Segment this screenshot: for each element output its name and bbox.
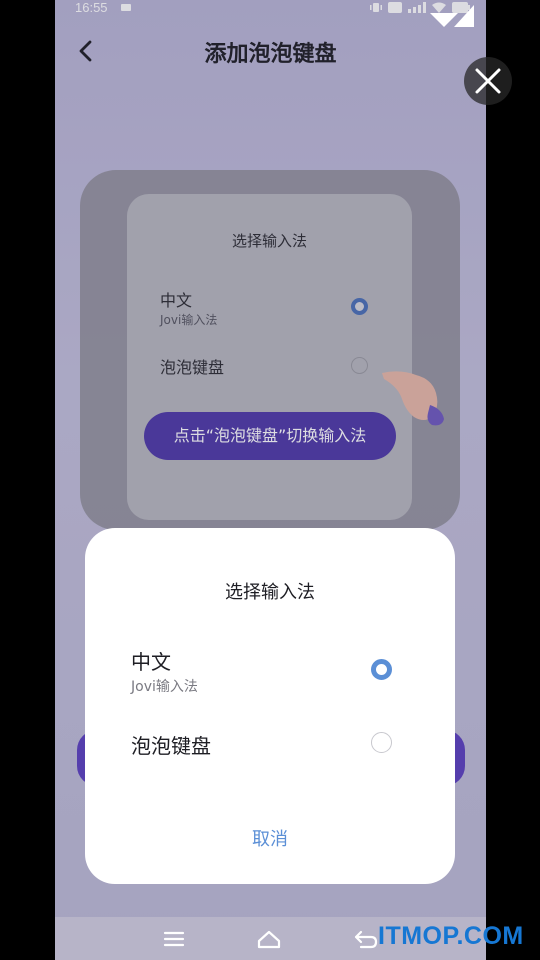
option-chinese-sub[interactable]: Jovi输入法 bbox=[131, 676, 198, 696]
cancel-button[interactable]: 取消 bbox=[85, 825, 455, 851]
select-input-method-dialog: 选择输入法 中文 Jovi输入法 泡泡键盘 取消 bbox=[85, 528, 455, 884]
signal-triangle-icon bbox=[430, 5, 474, 27]
watermark: ITMOP.COM bbox=[378, 922, 524, 950]
close-button[interactable] bbox=[464, 57, 512, 105]
close-icon bbox=[475, 68, 501, 94]
option-chinese-label[interactable]: 中文 bbox=[131, 646, 171, 675]
option-bubble-keyboard-label[interactable]: 泡泡键盘 bbox=[131, 730, 211, 759]
home-icon[interactable] bbox=[256, 927, 282, 951]
menu-icon[interactable] bbox=[161, 927, 187, 951]
option-bubble-keyboard-radio[interactable] bbox=[371, 732, 392, 753]
dialog-title: 选择输入法 bbox=[225, 582, 315, 603]
back-icon[interactable] bbox=[353, 927, 379, 951]
option-chinese-radio[interactable] bbox=[371, 659, 392, 680]
